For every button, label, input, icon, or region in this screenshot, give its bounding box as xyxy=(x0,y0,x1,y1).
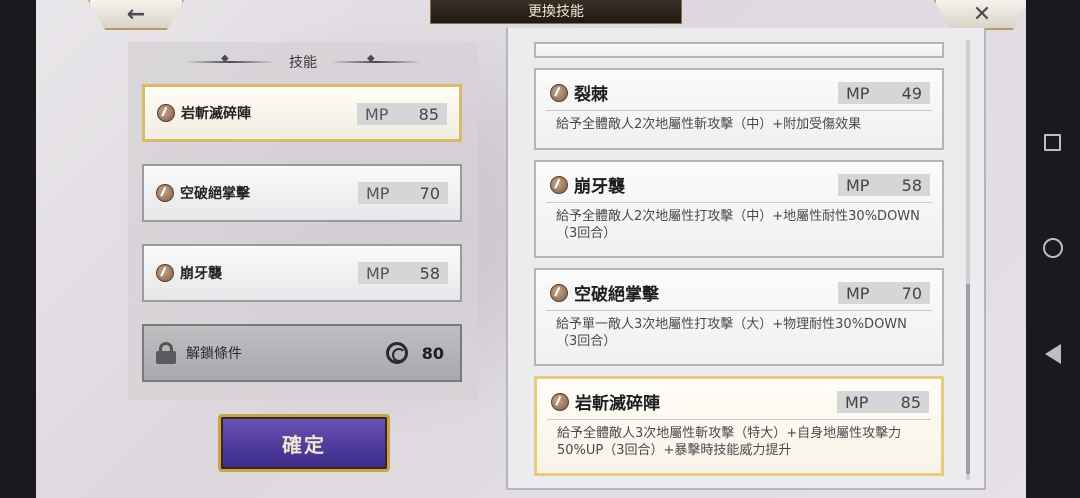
skill-element-icon xyxy=(550,83,568,102)
mp-cost: MP 85 xyxy=(357,103,447,125)
screen-title: 更換技能 xyxy=(430,0,682,24)
close-button[interactable]: ✕ xyxy=(934,0,1026,30)
mp-label: MP xyxy=(846,283,870,303)
confirm-button[interactable]: 確定 xyxy=(218,414,390,472)
mp-label: MP xyxy=(846,83,870,103)
skill-element-icon xyxy=(550,283,568,302)
divider xyxy=(546,310,932,311)
skill-description: 給予單一敵人3次地屬性打攻擊（大）+物理耐性30%DOWN（3回合） xyxy=(556,317,907,349)
spiral-icon xyxy=(385,342,408,364)
recents-icon[interactable] xyxy=(1044,134,1061,151)
skill-element-icon xyxy=(157,104,175,122)
skill-description: 給予全體敵人2次地屬性斬攻擊（中）+附加受傷效果 xyxy=(556,117,862,132)
equipped-skills-panel: 技能 岩斬滅碎陣 MP 85 空破絕掌擊 MP 70 崩牙襲 MP 58 xyxy=(128,42,478,400)
skill-slot-name: 岩斬滅碎陣 xyxy=(181,106,251,122)
skill-card[interactable]: 空破絕掌擊 MP 70 給予單一敵人3次地屬性打攻擊（大）+物理耐性30%DOW… xyxy=(534,268,944,366)
home-icon[interactable] xyxy=(1043,238,1063,258)
skill-card[interactable]: 崩牙襲 MP 58 給予全體敵人2次地屬性打攻擊（中）+地屬性耐性30%DOWN… xyxy=(534,160,944,258)
skill-card[interactable]: 裂棘 MP 49 給予全體敵人2次地屬性斬攻擊（中）+附加受傷效果 xyxy=(534,68,944,150)
mp-value: 70 xyxy=(901,283,922,303)
locked-skill-slot[interactable]: 解鎖條件 80 xyxy=(142,324,462,382)
divider xyxy=(546,202,932,203)
skill-name: 岩斬滅碎陣 xyxy=(575,394,660,414)
skill-element-icon xyxy=(156,264,174,282)
skill-card-header: 裂棘 xyxy=(550,80,608,105)
skill-name: 崩牙襲 xyxy=(574,177,625,197)
mp-label: MP xyxy=(366,183,390,203)
skill-element-icon xyxy=(550,175,568,194)
mp-cost: MP 49 xyxy=(838,82,930,104)
mp-label: MP xyxy=(365,104,389,124)
skill-list-panel[interactable]: 裂棘 MP 49 給予全體敵人2次地屬性斬攻擊（中）+附加受傷效果 崩牙襲 MP… xyxy=(506,28,986,490)
skill-card-header: 崩牙襲 xyxy=(550,172,625,197)
panel-heading-label: 技能 xyxy=(289,55,317,71)
lock-icon xyxy=(156,342,176,364)
game-screen: ← 更換技能 ✕ 技能 岩斬滅碎陣 MP 85 空破絕掌擊 MP 70 xyxy=(36,0,1026,498)
unlock-condition-label: 解鎖條件 xyxy=(186,346,242,362)
mp-value: 70 xyxy=(419,183,440,203)
divider xyxy=(547,419,931,420)
skill-element-icon xyxy=(156,184,174,202)
unlock-cost: 80 xyxy=(385,342,444,364)
mp-value: 49 xyxy=(901,83,922,103)
ornament-left xyxy=(185,53,275,64)
mp-value: 58 xyxy=(419,263,440,283)
mp-label: MP xyxy=(845,392,869,412)
mp-cost: MP 70 xyxy=(838,282,930,304)
skill-slot-3[interactable]: 崩牙襲 MP 58 xyxy=(142,244,462,302)
mp-value: 85 xyxy=(418,104,439,124)
skill-name: 空破絕掌擊 xyxy=(574,285,659,305)
mp-cost: MP 58 xyxy=(358,262,448,284)
panel-heading: 技能 xyxy=(128,52,478,72)
mp-cost: MP 70 xyxy=(358,182,448,204)
left-edge xyxy=(0,0,36,498)
divider xyxy=(546,110,932,111)
skill-slot-name: 空破絕掌擊 xyxy=(180,186,250,202)
skill-card-selected[interactable]: 岩斬滅碎陣 MP 85 給予全體敵人3次地屬性斬攻擊（特大）+自身地屬性攻擊力5… xyxy=(534,376,944,476)
skill-card-header: 岩斬滅碎陣 xyxy=(551,389,660,414)
back-button[interactable]: ← xyxy=(88,0,184,30)
close-icon: ✕ xyxy=(972,1,992,27)
skill-slot-2[interactable]: 空破絕掌擊 MP 70 xyxy=(142,164,462,222)
ornament-right xyxy=(331,53,421,64)
skill-element-icon xyxy=(551,392,569,411)
skill-description: 給予全體敵人2次地屬性打攻擊（中）+地屬性耐性30%DOWN（3回合） xyxy=(556,209,920,241)
back-arrow-icon: ← xyxy=(126,1,146,27)
scrollbar-thumb[interactable] xyxy=(966,284,970,474)
skill-description: 給予全體敵人3次地屬性斬攻擊（特大）+自身地屬性攻擊力50%UP（3回合）+暴擊… xyxy=(557,426,902,458)
skill-card-partial[interactable] xyxy=(534,42,944,58)
skill-slot-1[interactable]: 岩斬滅碎陣 MP 85 xyxy=(142,84,462,142)
mp-cost: MP 85 xyxy=(837,391,929,413)
mp-label: MP xyxy=(846,175,870,195)
mp-label: MP xyxy=(366,263,390,283)
skill-slot-name: 崩牙襲 xyxy=(180,266,222,282)
system-nav-bar xyxy=(1026,0,1080,498)
skill-name: 裂棘 xyxy=(574,85,608,105)
skill-card-header: 空破絕掌擊 xyxy=(550,280,659,305)
mp-value: 85 xyxy=(900,392,921,412)
mp-cost: MP 58 xyxy=(838,174,930,196)
unlock-cost-value: 80 xyxy=(421,343,444,363)
back-nav-icon[interactable] xyxy=(1045,344,1061,364)
mp-value: 58 xyxy=(901,175,922,195)
